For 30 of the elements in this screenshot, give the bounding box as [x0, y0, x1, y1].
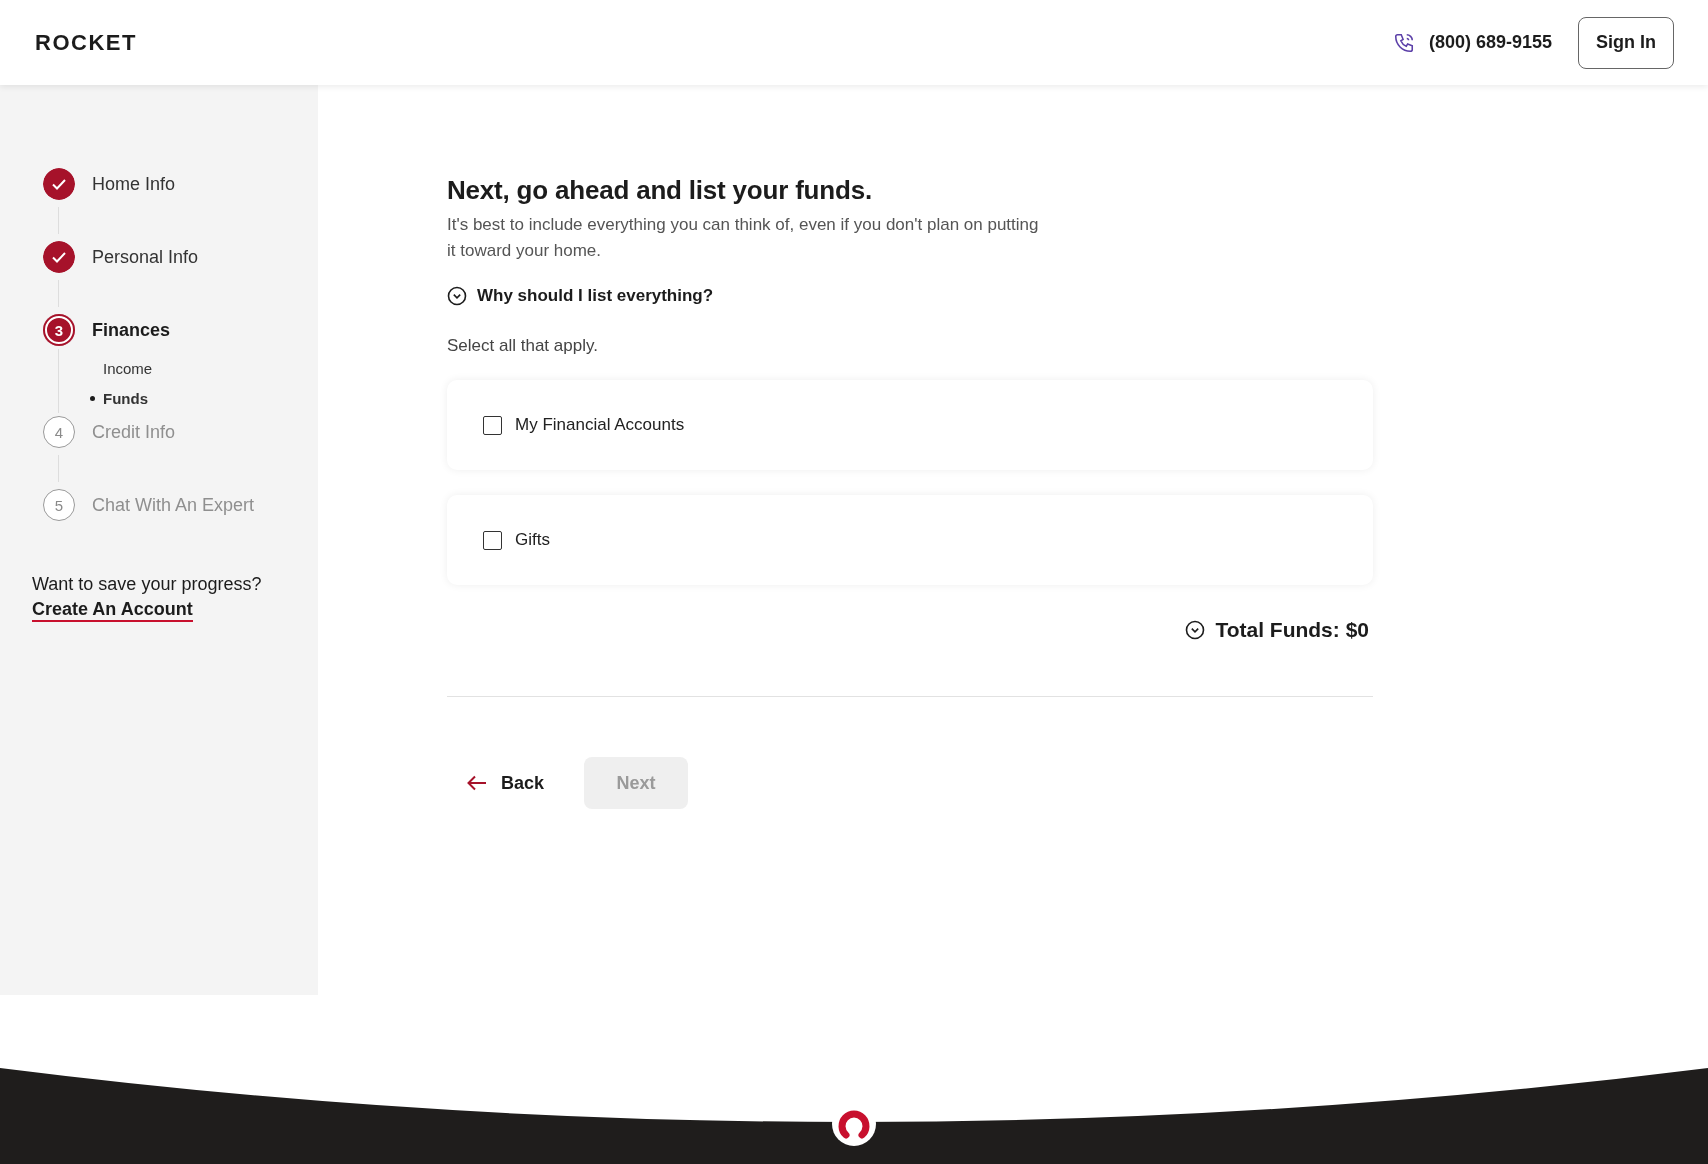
instruction-text: Select all that apply. — [447, 336, 599, 356]
page-description: It's best to include everything you can think of, even if you don't plan on putting it toward your home. — [447, 214, 1040, 262]
step-label[interactable]: Finances — [92, 319, 171, 341]
checkbox[interactable] — [483, 530, 502, 550]
create-account-link[interactable]: Create An Account — [32, 599, 193, 622]
substep-link[interactable]: Funds — [103, 389, 148, 407]
step-number: 5 — [43, 489, 75, 521]
step-label[interactable]: Home Info — [92, 173, 176, 195]
substep-link[interactable]: Income — [103, 359, 153, 377]
option-card[interactable]: Gifts — [447, 495, 1373, 585]
checkbox[interactable] — [483, 415, 502, 435]
total-funds-toggle[interactable]: Total Funds: $0 — [1185, 618, 1373, 642]
sign-in-button[interactable]: Sign In — [1578, 16, 1674, 69]
page-heading: Next, go ahead and list your funds. — [447, 175, 873, 206]
option-label: My Financial Accounts — [515, 415, 685, 435]
option-card[interactable]: My Financial Accounts — [447, 380, 1373, 470]
chevron-circle-icon — [447, 286, 467, 306]
back-button[interactable]: Back — [467, 772, 545, 794]
save-progress-text: Want to save your progress? — [32, 574, 263, 595]
step-label[interactable]: Personal Info — [92, 246, 199, 268]
chevron-circle-icon — [1185, 620, 1206, 640]
brand-logo[interactable]: ROCKET — [35, 29, 137, 55]
why-toggle[interactable]: Why should I list everything? — [447, 286, 714, 306]
arrow-left-icon — [467, 775, 487, 791]
phone-number[interactable]: (800) 689-9155 — [1428, 32, 1552, 53]
step-number: 3 — [43, 314, 75, 346]
phone-icon — [1392, 31, 1415, 54]
step-number: 4 — [43, 416, 75, 448]
option-label: Gifts — [515, 530, 550, 550]
logo-icon — [838, 1110, 870, 1139]
